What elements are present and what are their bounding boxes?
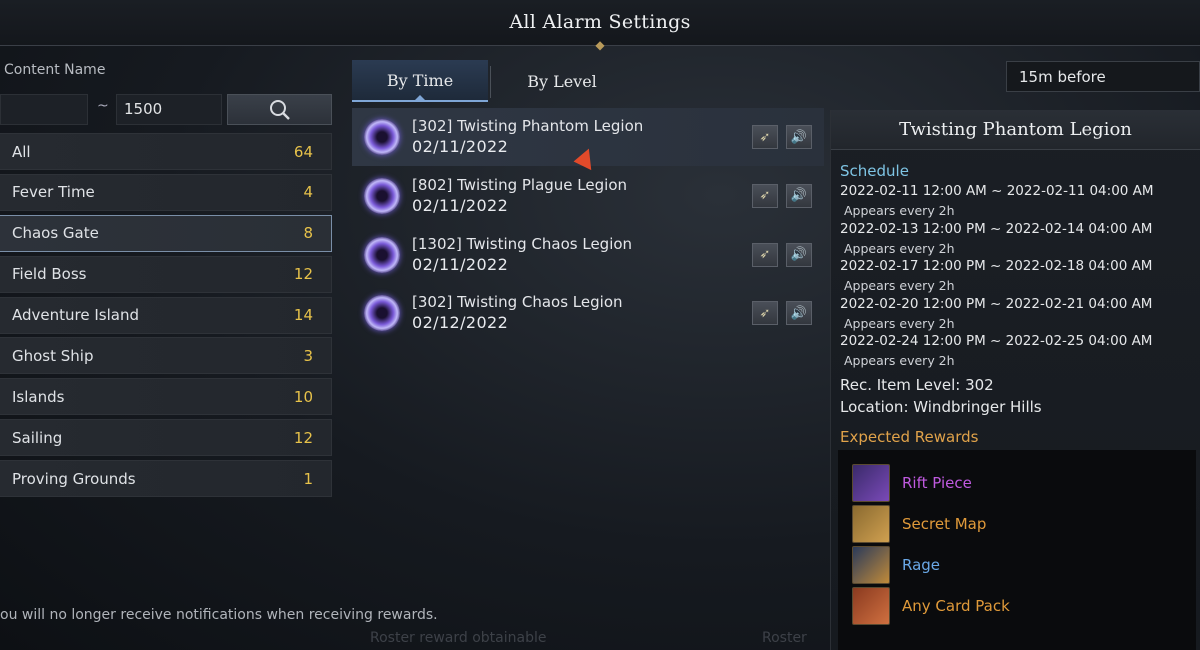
alarm-date: 02/11/2022 [412,254,509,274]
alarm-date: 02/11/2022 [412,195,509,215]
category-count: 4 [303,183,313,202]
rewards-box: Rift Piece Secret Map Rage Any Card Pack [838,450,1196,650]
category-all[interactable]: All 64 [0,133,332,170]
reward-name: Secret Map [902,515,987,533]
category-count: 64 [293,142,313,161]
tab-caret-icon [414,95,426,101]
location: Location: Windbringer Hills [840,398,1042,416]
reward-name: Rage [902,556,941,574]
rewards-label: Expected Rewards [840,428,979,446]
navigate-compass-icon[interactable]: ➶ [752,301,778,326]
alarm-sound-icon[interactable]: 🔊 [786,183,812,208]
navigate-compass-icon[interactable]: ➶ [752,242,778,267]
alarm-name: [302] Twisting Chaos Legion [412,293,623,312]
category-label: Field Boss [12,265,87,284]
card-pack-icon [852,587,890,625]
schedule-label: Schedule [840,162,909,180]
schedule-range: 2022-02-13 12:00 PM ~ 2022-02-14 04:00 A… [840,221,1153,237]
alarm-row[interactable]: [1302] Twisting Chaos Legion 02/11/2022 … [352,226,824,284]
alarm-row[interactable]: [802] Twisting Plague Legion 02/11/2022 … [352,167,824,225]
detail-title: Twisting Phantom Legion [831,110,1200,150]
schedule-note: Appears every 2h [844,241,955,256]
alarm-sound-icon[interactable]: 🔊 [786,125,812,149]
category-count: 8 [303,224,313,243]
category-label: Ghost Ship [12,346,94,365]
category-chaos-gate[interactable]: Chaos Gate 8 [0,214,332,252]
range-min-input[interactable] [0,94,88,125]
tab-divider [490,66,491,98]
category-islands[interactable]: Islands 10 [0,378,332,416]
range-max-value: 1500 [124,100,163,118]
category-count: 14 [293,306,313,325]
reward-item[interactable]: Rift Piece [852,464,972,502]
alarm-name: [802] Twisting Plague Legion [412,175,628,194]
category-label: Proving Grounds [12,469,136,488]
schedule-note: Appears every 2h [844,278,955,293]
title-ornament-icon: ◆ [595,38,605,52]
rage-icon [852,546,890,584]
category-count: 12 [293,265,313,284]
category-count: 1 [303,469,313,488]
alarm-sound-icon[interactable]: 🔊 [786,242,812,267]
navigate-compass-icon[interactable]: ➶ [752,183,778,208]
category-label: Adventure Island [12,306,139,325]
reward-item[interactable]: Secret Map [852,505,986,543]
reward-name: Any Card Pack [902,597,1010,615]
content-name-label: Content Name [4,62,106,78]
category-ghost-ship[interactable]: Ghost Ship 3 [0,337,332,375]
schedule-range: 2022-02-24 12:00 PM ~ 2022-02-25 04:00 A… [840,333,1153,349]
tab-by-level[interactable]: By Level [502,60,622,102]
schedule-range: 2022-02-20 12:00 PM ~ 2022-02-21 04:00 A… [840,296,1153,312]
rec-item-level: Rec. Item Level: 302 [840,376,994,394]
search-icon [269,99,290,120]
category-count: 10 [293,387,313,406]
range-separator: ~ [97,98,109,114]
category-sailing[interactable]: Sailing 12 [0,419,332,457]
schedule-note: Appears every 2h [844,203,955,218]
background-ghost-text: Roster reward obtainable [370,630,547,646]
category-label: Islands [12,387,65,406]
schedule-note: Appears every 2h [844,353,955,368]
alarm-row[interactable]: [302] Twisting Chaos Legion 02/12/2022 ➶… [352,284,824,342]
category-proving-grounds[interactable]: Proving Grounds 1 [0,460,332,498]
navigate-compass-icon[interactable]: ➶ [752,125,778,149]
category-label: All [12,142,31,161]
category-label: Fever Time [12,183,95,202]
alarm-list: [302] Twisting Phantom Legion 02/11/2022… [352,108,824,343]
category-adventure-island[interactable]: Adventure Island 14 [0,296,332,334]
schedule-note: Appears every 2h [844,316,955,331]
reward-item[interactable]: Rage [852,546,940,584]
alarm-date: 02/11/2022 [412,137,509,156]
category-count: 3 [303,346,313,365]
alarm-name: [302] Twisting Phantom Legion [412,117,644,135]
category-list: All 64 Fever Time 4 Chaos Gate 8 Field B… [0,133,332,501]
footer-note: ou will no longer receive notifications … [0,607,438,623]
legion-portal-icon [364,177,400,214]
legion-portal-icon [364,119,400,155]
category-label: Sailing [12,428,63,447]
rift-piece-icon [852,464,890,502]
reward-name: Rift Piece [902,474,972,492]
schedule-range: 2022-02-17 12:00 PM ~ 2022-02-18 04:00 A… [840,258,1153,274]
legion-portal-icon [364,236,400,273]
category-label: Chaos Gate [12,224,99,243]
notify-time-dropdown[interactable]: 15m before [1006,61,1200,92]
legion-portal-icon [364,295,400,332]
alarm-date: 02/12/2022 [412,313,509,333]
category-fever-time[interactable]: Fever Time 4 [0,173,332,211]
alarm-sound-icon[interactable]: 🔊 [786,301,812,326]
schedule-range: 2022-02-11 12:00 AM ~ 2022-02-11 04:00 A… [840,183,1154,199]
search-button[interactable] [227,94,332,125]
alarm-name: [1302] Twisting Chaos Legion [412,234,633,253]
background-ghost-text: Roster [762,630,807,646]
reward-item[interactable]: Any Card Pack [852,587,1010,625]
category-field-boss[interactable]: Field Boss 12 [0,255,332,293]
detail-panel: Twisting Phantom Legion Schedule 2022-02… [830,110,1200,650]
secret-map-icon [852,505,890,543]
category-count: 12 [293,428,313,447]
